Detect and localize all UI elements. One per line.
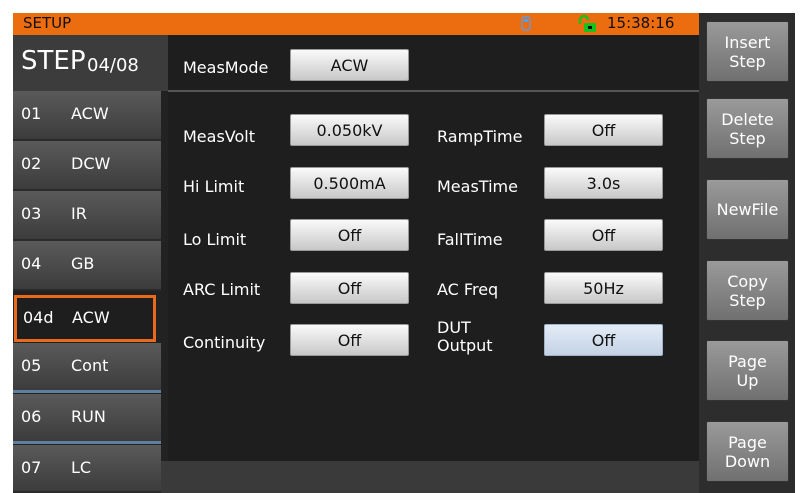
step-mode: Cont bbox=[71, 356, 109, 375]
hi-limit-value[interactable]: 0.500mA bbox=[290, 167, 409, 199]
step-item-03[interactable]: 03 IR bbox=[13, 191, 161, 241]
lo-limit-label: Lo Limit bbox=[183, 230, 247, 249]
step-counter: 04/08 bbox=[87, 55, 139, 76]
page-down-button[interactable]: Page Down bbox=[706, 421, 789, 482]
step-item-06[interactable]: 06 RUN bbox=[13, 394, 161, 444]
arc-limit-value[interactable]: Off bbox=[290, 272, 409, 304]
lo-limit-value[interactable]: Off bbox=[290, 219, 409, 251]
hi-limit-label: Hi Limit bbox=[183, 177, 245, 196]
step-mode: ACW bbox=[71, 104, 109, 123]
meas-mode-label: MeasMode bbox=[183, 58, 269, 77]
continuity-label: Continuity bbox=[183, 333, 266, 352]
fall-time-label: FallTime bbox=[437, 230, 503, 249]
step-item-04d-selected[interactable]: 04d ACW bbox=[14, 295, 156, 342]
step-number: 06 bbox=[21, 407, 42, 426]
step-mode: GB bbox=[71, 254, 95, 273]
copy-step-button[interactable]: Copy Step bbox=[706, 260, 789, 321]
unlock-icon bbox=[578, 15, 596, 32]
dut-output-label-line2: Output bbox=[437, 336, 493, 355]
meas-mode-value[interactable]: ACW bbox=[290, 49, 409, 81]
step-indicator: STEP 04/08 bbox=[13, 35, 168, 91]
status-bar bbox=[161, 461, 699, 493]
meas-volt-value[interactable]: 0.050kV bbox=[290, 114, 409, 146]
step-item-01[interactable]: 01 ACW bbox=[13, 91, 161, 141]
step-number: 02 bbox=[21, 154, 42, 173]
ac-freq-label: AC Freq bbox=[437, 280, 499, 299]
continuity-value[interactable]: Off bbox=[290, 324, 409, 356]
clock: 15:38:16 bbox=[607, 14, 675, 32]
usb-drive-icon bbox=[521, 16, 531, 31]
step-number: 03 bbox=[21, 204, 42, 223]
step-mode: LC bbox=[71, 458, 92, 477]
step-mode: RUN bbox=[71, 407, 106, 426]
title-bar: SETUP 15:38:16 bbox=[13, 13, 699, 35]
step-item-05[interactable]: 05 Cont bbox=[13, 343, 161, 393]
step-item-02[interactable]: 02 DCW bbox=[13, 141, 161, 191]
step-item-04[interactable]: 04 GB bbox=[13, 241, 161, 291]
dut-output-label-line1: DUT bbox=[437, 318, 471, 337]
ramp-time-value[interactable]: Off bbox=[544, 114, 663, 146]
ramp-time-label: RampTime bbox=[437, 127, 523, 146]
fall-time-value[interactable]: Off bbox=[544, 219, 663, 251]
arc-limit-label: ARC Limit bbox=[183, 280, 261, 299]
ac-freq-value[interactable]: 50Hz bbox=[544, 272, 663, 304]
step-number: 05 bbox=[21, 356, 42, 375]
meas-volt-label: MeasVolt bbox=[183, 127, 255, 146]
step-number: 01 bbox=[21, 104, 42, 123]
step-label: STEP bbox=[21, 46, 86, 76]
instrument-screen: SETUP 15:38:16 STEP 04/08 01 ACW 02 DCW … bbox=[13, 13, 795, 493]
delete-step-button[interactable]: Delete Step bbox=[706, 98, 789, 159]
screen-title: SETUP bbox=[23, 14, 72, 32]
step-item-07[interactable]: 07 LC bbox=[13, 445, 161, 493]
step-mode: IR bbox=[71, 204, 87, 223]
meas-time-label: MeasTime bbox=[437, 177, 518, 196]
dut-output-value[interactable]: Off bbox=[544, 324, 663, 356]
divider bbox=[168, 90, 699, 92]
insert-step-button[interactable]: Insert Step bbox=[706, 21, 789, 82]
step-number: 04d bbox=[23, 308, 54, 327]
step-number: 07 bbox=[21, 458, 42, 477]
page-up-button[interactable]: Page Up bbox=[706, 340, 789, 401]
meas-time-value[interactable]: 3.0s bbox=[544, 167, 663, 199]
step-number: 04 bbox=[21, 254, 42, 273]
step-mode: DCW bbox=[71, 154, 111, 173]
step-mode: ACW bbox=[72, 308, 110, 327]
new-file-button[interactable]: NewFile bbox=[706, 179, 789, 240]
